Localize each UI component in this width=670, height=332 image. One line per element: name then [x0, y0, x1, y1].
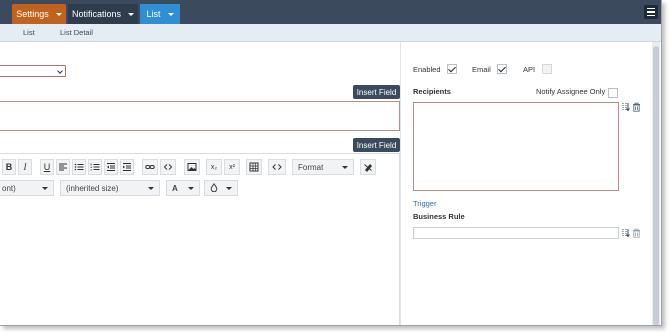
list-menu-label: List: [146, 9, 161, 19]
numbered-list-icon[interactable]: [88, 159, 102, 175]
subnav-item-list-detail[interactable]: List Detail: [60, 28, 93, 37]
recipients-label: Recipients: [413, 87, 451, 96]
notify-assignee-checkbox[interactable]: [608, 88, 618, 98]
indent-icon[interactable]: [120, 159, 134, 175]
notification-select[interactable]: [0, 65, 66, 77]
bold-button[interactable]: B: [2, 159, 16, 175]
caret-down-icon: [342, 166, 348, 169]
source-code-icon[interactable]: [268, 159, 286, 175]
subscript-button[interactable]: x₂: [206, 159, 222, 175]
caret-down-icon: [55, 12, 62, 16]
panel-divider: [400, 42, 401, 325]
trash-icon[interactable]: [632, 228, 641, 240]
hamburger-menu-icon[interactable]: [644, 5, 658, 19]
trigger-link[interactable]: Trigger: [413, 199, 436, 208]
table-icon[interactable]: [246, 159, 262, 175]
notifications-menu-label: Notifications: [71, 9, 122, 19]
superscript-button[interactable]: x²: [224, 159, 240, 175]
email-checkbox[interactable]: [497, 64, 507, 74]
sort-icon[interactable]: [622, 102, 631, 114]
api-checkbox[interactable]: [542, 64, 552, 74]
chevron-down-icon: [57, 68, 63, 74]
recipients-actions: [622, 102, 641, 114]
recipients-textarea[interactable]: [413, 102, 619, 191]
scrollbar-thumb[interactable]: [653, 46, 659, 325]
subject-input[interactable]: [0, 101, 400, 131]
app-window: Settings Notifications List List List De…: [0, 0, 662, 326]
image-icon[interactable]: [184, 159, 200, 175]
caret-down-icon: [167, 12, 174, 16]
email-label: Email: [472, 65, 491, 74]
unlink-icon[interactable]: [160, 159, 176, 175]
api-label: API: [523, 65, 536, 74]
underline-button[interactable]: U: [40, 159, 54, 175]
subnav-item-list[interactable]: List: [23, 28, 35, 37]
clear-format-icon[interactable]: [360, 159, 376, 175]
text-color-label: A: [172, 183, 178, 193]
text-color-dropdown[interactable]: A: [166, 180, 200, 196]
vertical-scrollbar[interactable]: [652, 42, 660, 325]
link-icon[interactable]: [142, 159, 158, 175]
notifications-menu-button[interactable]: Notifications: [68, 4, 138, 24]
caret-down-icon: [226, 187, 232, 190]
list-menu-button[interactable]: List: [140, 4, 180, 24]
business-rule-input[interactable]: [413, 227, 619, 239]
caret-down-icon: [128, 12, 135, 16]
paint-drop-icon: [210, 182, 218, 194]
font-size-dropdown[interactable]: (inherited size): [60, 180, 160, 196]
format-dropdown-label: Format: [298, 162, 324, 172]
caret-down-icon: [188, 187, 194, 190]
enabled-label: Enabled: [413, 65, 441, 74]
top-navbar: Settings Notifications List: [0, 0, 661, 24]
align-left-icon[interactable]: [56, 159, 70, 175]
notify-assignee-label: Notify Assignee Only: [536, 87, 606, 96]
caret-down-icon: [148, 187, 154, 190]
caret-down-icon: [42, 187, 48, 190]
rich-text-editor[interactable]: B I U x₂ x² Format ont) (inherited size)…: [0, 153, 400, 325]
font-family-value: ont): [2, 183, 16, 193]
font-size-value: (inherited size): [66, 183, 119, 193]
trash-icon[interactable]: [632, 102, 641, 114]
enabled-checkbox[interactable]: [447, 64, 457, 74]
sort-icon[interactable]: [622, 228, 631, 240]
bullet-list-icon[interactable]: [72, 159, 86, 175]
settings-menu-label: Settings: [16, 9, 49, 19]
insert-field-button-subject[interactable]: Insert Field: [353, 85, 400, 99]
sub-navbar: List List Detail: [0, 24, 661, 42]
font-family-dropdown[interactable]: ont): [0, 180, 54, 196]
insert-field-button-body[interactable]: Insert Field: [353, 138, 400, 152]
business-rule-label: Business Rule: [413, 212, 465, 221]
italic-button[interactable]: I: [18, 159, 32, 175]
background-color-dropdown[interactable]: [204, 180, 238, 196]
settings-menu-button[interactable]: Settings: [12, 4, 66, 24]
format-dropdown[interactable]: Format: [292, 159, 354, 175]
business-rule-actions: [622, 228, 641, 240]
outdent-icon[interactable]: [104, 159, 118, 175]
